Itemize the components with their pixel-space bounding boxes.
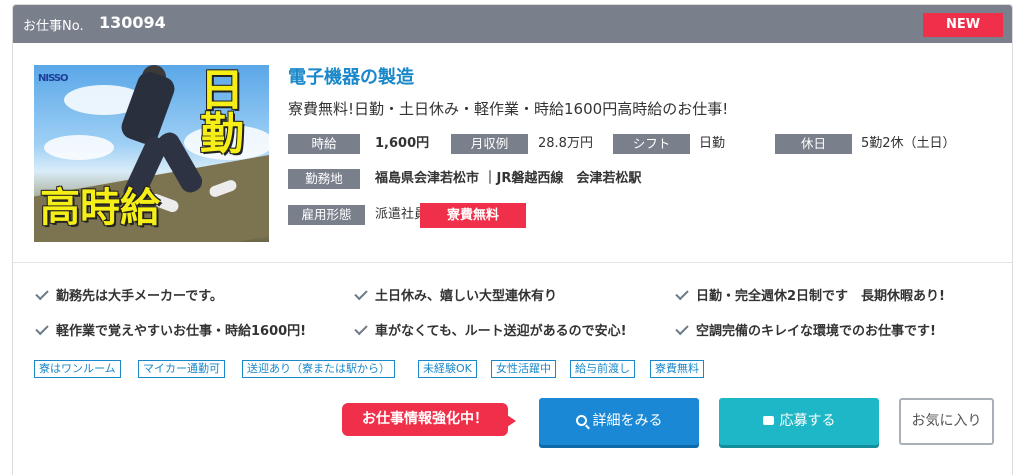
promo-speech-bubble: お仕事情報強化中！ — [342, 403, 516, 436]
apply-label: 応募する — [779, 413, 836, 429]
feature-text: 土日休み、嬉しい大型連休有り — [375, 289, 558, 304]
job-catchphrase: 寮費無料!日勤・土日休み・軽作業・時給1600円高時給のお仕事! — [288, 100, 729, 118]
favorite-label: お気に入り — [911, 413, 982, 429]
feature-item: 空調完備のキレイな環境でのお仕事です! — [675, 321, 936, 341]
feature-text: 日勤・完全週休2日制です 長期休暇あり! — [696, 289, 945, 304]
check-icon — [675, 286, 689, 301]
shift-label: シフト — [613, 134, 690, 154]
feature-item: 勤務先は大手メーカーです。 — [35, 286, 223, 306]
holiday-value: 5勤2休（土日） — [861, 136, 956, 151]
job-number: 130094 — [99, 13, 166, 32]
hourly-wage-label: 時給 — [288, 134, 360, 154]
keyword-tag: 給与前渡し — [570, 360, 635, 378]
view-details-label: 詳細をみる — [592, 413, 663, 429]
monthly-income-label: 月収例 — [451, 134, 528, 154]
holiday-label: 休日 — [775, 134, 852, 154]
job-number-label: お仕事No. — [23, 19, 84, 34]
location-label: 勤務地 — [288, 169, 360, 189]
keyword-tag: マイカー通勤可 — [138, 360, 225, 378]
view-details-button[interactable]: 詳細をみる — [539, 398, 699, 445]
feature-text: 勤務先は大手メーカーです。 — [56, 289, 223, 304]
monthly-income-value: 28.8万円 — [538, 136, 593, 151]
feature-text: 軽作業で覚えやすいお仕事・時給1600円! — [56, 324, 307, 339]
employment-type-label: 雇用形態 — [288, 205, 365, 225]
new-badge: NEW — [923, 13, 1003, 37]
hourly-wage-value: 1,600円 — [375, 136, 430, 151]
free-dorm-badge: 寮費無料 — [420, 203, 526, 228]
thumbnail-text-nikkin: 日勤 — [200, 65, 244, 160]
keyword-tag: 送迎あり（寮または駅から） — [242, 360, 395, 378]
section-divider — [13, 262, 1012, 263]
keyword-tag: 女性活躍中 — [491, 360, 556, 378]
apply-button[interactable]: 応募する — [719, 398, 879, 445]
job-title-link[interactable]: 電子機器の製造 — [288, 63, 414, 89]
shift-value: 日勤 — [699, 136, 726, 151]
search-icon — [575, 415, 587, 426]
job-card-header: お仕事No. 130094 NEW — [13, 5, 1012, 43]
feature-item: 土日休み、嬉しい大型連休有り — [354, 286, 558, 306]
location-value: 福島県会津若松市 ｜JR磐越西線 会津若松駅 — [375, 171, 642, 186]
feature-item: 日勤・完全週休2日制です 長期休暇あり! — [675, 286, 945, 306]
check-icon — [35, 286, 49, 301]
favorite-button[interactable]: お気に入り — [899, 398, 994, 445]
cloud-shape — [44, 135, 114, 160]
company-logo: NISSO — [38, 73, 69, 84]
job-card: お仕事No. 130094 NEW NISSO 日勤 高時給 電子機器の製造 寮… — [12, 4, 1013, 475]
job-thumbnail-image[interactable]: NISSO 日勤 高時給 — [34, 65, 269, 242]
apply-icon — [762, 416, 774, 425]
check-icon — [354, 321, 368, 336]
keyword-tag: 未経験OK — [418, 360, 477, 378]
keyword-tag: 寮費無料 — [650, 360, 704, 378]
keyword-tag: 寮はワンルーム — [34, 360, 121, 378]
check-icon — [354, 286, 368, 301]
check-icon — [675, 321, 689, 336]
check-icon — [35, 321, 49, 336]
feature-item: 軽作業で覚えやすいお仕事・時給1600円! — [35, 321, 307, 341]
feature-item: 車がなくても、ルート送迎があるので安心! — [354, 321, 627, 341]
feature-text: 空調完備のキレイな環境でのお仕事です! — [696, 324, 936, 339]
feature-text: 車がなくても、ルート送迎があるので安心! — [375, 324, 627, 339]
thumbnail-text-koujikyu: 高時給 — [40, 185, 160, 231]
